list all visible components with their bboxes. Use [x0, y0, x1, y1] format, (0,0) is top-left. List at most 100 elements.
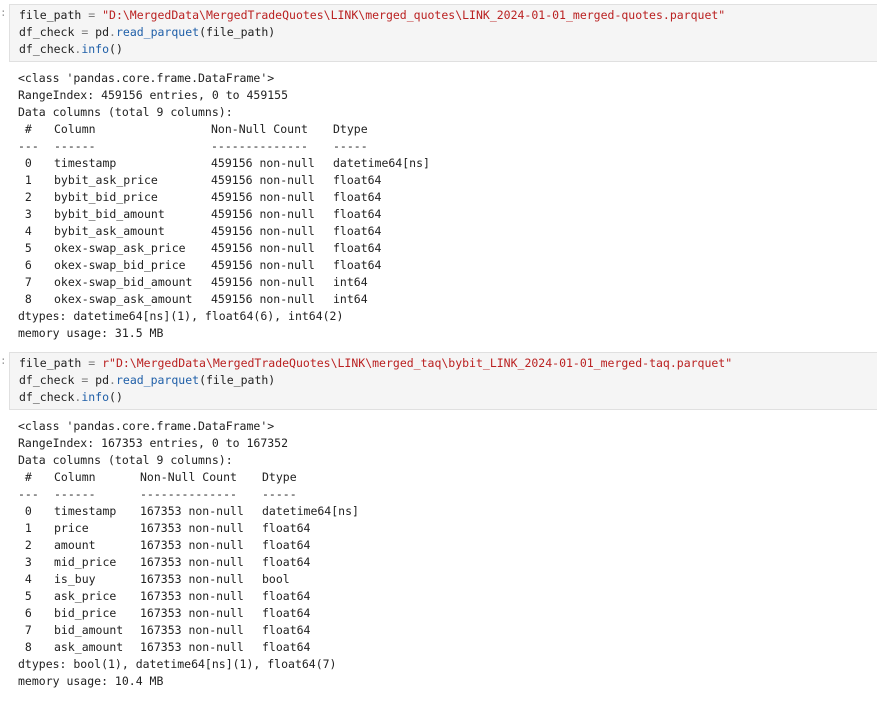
row-non-null-count: 167353 non-null: [140, 538, 244, 552]
output-class-line: <class 'pandas.core.frame.DataFrame'>: [18, 71, 275, 85]
table-row: 0 timestamp 167353 non-null datetime64[ns]: [18, 503, 877, 520]
divider-column: ------: [54, 487, 96, 501]
row-dtype: float64: [333, 241, 382, 255]
divider-count: --------------: [140, 487, 237, 501]
row-dtype: float64: [333, 258, 382, 272]
code-token-op: =: [74, 25, 96, 39]
output-range-line: RangeIndex: 167353 entries, 0 to 167352: [18, 436, 289, 450]
table-row: 3 bybit_bid_amount 459156 non-null float64: [18, 206, 877, 223]
header-dtype: Dtype: [333, 122, 368, 136]
row-index: 4: [18, 224, 32, 238]
table-row: 6 okex-swap_bid_price 459156 non-null float…: [18, 257, 877, 274]
code-line-2: df_check = pd.read_parquet(file_path): [19, 372, 877, 389]
row-non-null-count: 459156 non-null: [211, 156, 315, 170]
code-token-var: file_path: [19, 8, 82, 22]
header-column: Column: [54, 122, 96, 136]
code-input-area[interactable]: file_path = "D:\MergedData\MergedTradeQu…: [9, 4, 877, 62]
row-non-null-count: 167353 non-null: [140, 623, 244, 637]
code-token-args: (): [109, 42, 123, 56]
info-table-rows: 0 timestamp 459156 non-null datetime64[ns] …: [18, 155, 877, 308]
table-row: 8 okex-swap_ask_amount 459156 non-null int6…: [18, 291, 877, 308]
code-token-dot: .: [109, 25, 116, 39]
row-dtype: float64: [262, 589, 311, 603]
row-non-null-count: 459156 non-null: [211, 207, 315, 221]
row-column-name: okex-swap_bid_price: [54, 258, 186, 272]
table-row: 4 bybit_ask_amount 459156 non-null float64: [18, 223, 877, 240]
code-line-1: file_path = r"D:\MergedData\MergedTradeQ…: [19, 355, 877, 372]
code-token-args: (file_path): [199, 373, 276, 387]
row-dtype: float64: [262, 623, 311, 637]
row-index: 8: [18, 292, 32, 306]
row-column-name: timestamp: [54, 156, 117, 170]
row-index: 3: [18, 207, 32, 221]
header-count: Non-Null Count: [211, 122, 308, 136]
row-non-null-count: 167353 non-null: [140, 589, 244, 603]
row-dtype: float64: [333, 173, 382, 187]
table-row: 1 price 167353 non-null float64: [18, 520, 877, 537]
header-count: Non-Null Count: [140, 470, 237, 484]
row-index: 0: [18, 504, 32, 518]
row-index: 4: [18, 572, 32, 586]
divider-column: ------: [54, 139, 96, 153]
header-column: Column: [54, 470, 96, 484]
row-dtype: datetime64[ns]: [333, 156, 430, 170]
row-non-null-count: 459156 non-null: [211, 241, 315, 255]
divider-count: --------------: [211, 139, 308, 153]
row-dtype: float64: [262, 538, 311, 552]
table-row: 1 bybit_ask_price 459156 non-null float64: [18, 172, 877, 189]
table-row: 0 timestamp 459156 non-null datetime64[ns]: [18, 155, 877, 172]
cell-prompt: :: [0, 354, 7, 367]
row-column-name: mid_price: [54, 555, 117, 569]
code-token-dot: .: [109, 373, 116, 387]
row-column-name: bid_price: [54, 606, 117, 620]
output-columns-line: Data columns (total 9 columns):: [18, 105, 233, 119]
row-dtype: float64: [333, 224, 382, 238]
row-column-name: bybit_ask_price: [54, 173, 158, 187]
row-index: 8: [18, 640, 32, 654]
row-dtype: int64: [333, 275, 368, 289]
row-non-null-count: 167353 non-null: [140, 521, 244, 535]
divider-dtype: -----: [262, 487, 297, 501]
divider-index: ---: [18, 487, 39, 501]
table-row: 2 bybit_bid_price 459156 non-null float64: [18, 189, 877, 206]
code-token-args: (file_path): [199, 25, 276, 39]
code-token-op: =: [81, 8, 103, 22]
row-column-name: bid_amount: [54, 623, 124, 637]
info-table-divider: --- ------ -------------- -----: [18, 486, 877, 503]
row-dtype: float64: [262, 555, 311, 569]
row-index: 2: [18, 538, 32, 552]
row-non-null-count: 167353 non-null: [140, 572, 244, 586]
table-row: 2 amount 167353 non-null float64: [18, 537, 877, 554]
row-index: 6: [18, 258, 32, 272]
code-token-function: read_parquet: [115, 25, 200, 39]
row-dtype: float64: [262, 521, 311, 535]
code-token-function: info: [81, 390, 110, 404]
code-input-area[interactable]: file_path = r"D:\MergedData\MergedTradeQ…: [9, 352, 877, 410]
code-token-string-prefix: r: [102, 356, 110, 370]
table-row: 4 is_buy 167353 non-null bool: [18, 571, 877, 588]
code-token-var: df_check: [19, 373, 75, 387]
row-dtype: float64: [333, 190, 382, 204]
row-index: 5: [18, 589, 32, 603]
row-index: 3: [18, 555, 32, 569]
cell-output-area: <class 'pandas.core.frame.DataFrame'> Ra…: [0, 410, 877, 692]
code-token-var: file_path: [19, 356, 82, 370]
code-token-string: "D:\MergedData\MergedTradeQuotes\LINK\me…: [109, 356, 733, 370]
divider-index: ---: [18, 139, 39, 153]
row-non-null-count: 167353 non-null: [140, 504, 244, 518]
info-table-divider: --- ------ -------------- -----: [18, 138, 877, 155]
row-index: 1: [18, 173, 32, 187]
code-line-3: df_check.info(): [19, 41, 877, 58]
row-column-name: bybit_ask_amount: [54, 224, 165, 238]
row-column-name: is_buy: [54, 572, 96, 586]
notebook-cell-1[interactable]: : file_path = "D:\MergedData\MergedTrade…: [0, 4, 877, 344]
notebook-cell-2[interactable]: : file_path = r"D:\MergedData\MergedTrad…: [0, 352, 877, 692]
code-line-2: df_check = pd.read_parquet(file_path): [19, 24, 877, 41]
row-non-null-count: 167353 non-null: [140, 640, 244, 654]
row-dtype: int64: [333, 292, 368, 306]
cell-output-area: <class 'pandas.core.frame.DataFrame'> Ra…: [0, 62, 877, 344]
row-non-null-count: 459156 non-null: [211, 224, 315, 238]
row-index: 1: [18, 521, 32, 535]
output-columns-line: Data columns (total 9 columns):: [18, 453, 233, 467]
table-row: 7 okex-swap_bid_amount 459156 non-null int6…: [18, 274, 877, 291]
